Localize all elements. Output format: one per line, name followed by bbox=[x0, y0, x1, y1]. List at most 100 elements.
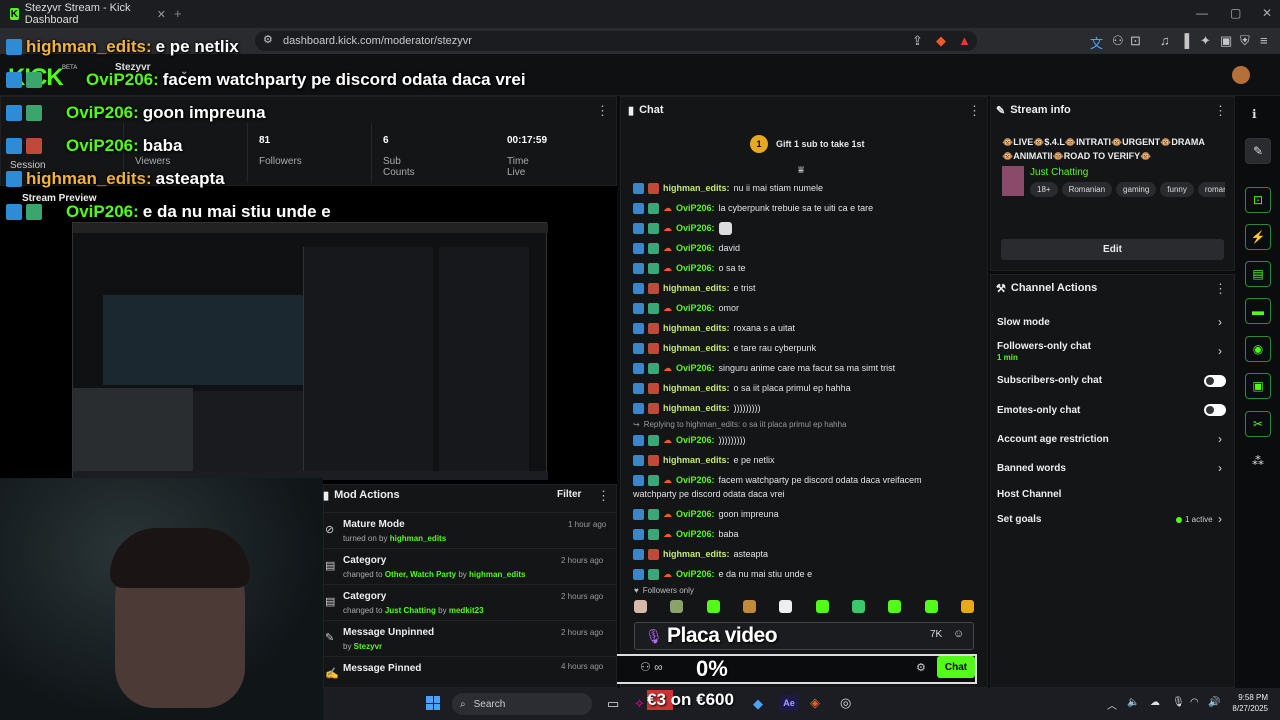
chat-message[interactable]: ☁ OviP206: baba bbox=[633, 524, 978, 544]
account-age-row[interactable]: Account age restriction bbox=[997, 434, 1109, 445]
tag[interactable]: 18+ bbox=[1030, 182, 1058, 197]
save-icon[interactable]: ▣ bbox=[1245, 373, 1271, 399]
vpn-icon[interactable]: ⛨ bbox=[1240, 33, 1250, 49]
copilot-icon[interactable]: ✧ bbox=[634, 696, 645, 712]
chat-message[interactable]: highman_edits: o sa iit placa primul ep h… bbox=[633, 378, 978, 398]
browser-tab[interactable]: K Stezyvr Stream - Kick Dashboard ✕ bbox=[4, 2, 166, 26]
chat-message[interactable]: ☁ OviP206: e da nu mai stiu unde e bbox=[633, 564, 978, 584]
mod-action-item[interactable]: ▤ Category changed to Just Chatting by m… bbox=[323, 584, 617, 620]
chat-message[interactable]: highman_edits: roxana s a uitat bbox=[633, 318, 978, 338]
followers-only-row[interactable]: Followers-only chat bbox=[997, 341, 1091, 352]
set-goals-row[interactable]: Set goals bbox=[997, 514, 1041, 525]
wrench-icon[interactable]: ✂ bbox=[1245, 411, 1271, 437]
music-icon[interactable]: ♫ bbox=[1160, 33, 1170, 48]
channel-actions-menu-icon[interactable]: ⋮ bbox=[1214, 281, 1227, 297]
chevron-right-icon[interactable]: › bbox=[1218, 461, 1222, 475]
share-icon[interactable]: ⇪ bbox=[912, 33, 923, 49]
extensions-icon[interactable]: ⚇ bbox=[1112, 33, 1124, 49]
emote-icon[interactable] bbox=[888, 600, 902, 613]
points-icon[interactable]: ⚇ ∞ bbox=[640, 660, 663, 674]
screen-icon[interactable]: ⊡ bbox=[1245, 187, 1271, 213]
volume-icon[interactable]: 🔊 bbox=[1208, 697, 1220, 708]
mod-action-item[interactable]: ▤ Category changed to Other, Watch Party… bbox=[323, 548, 617, 584]
chat-message[interactable]: ☁ OviP206: omor bbox=[633, 298, 978, 318]
new-tab-icon[interactable]: + bbox=[174, 6, 182, 21]
avatar[interactable] bbox=[1232, 66, 1250, 84]
chat-message[interactable]: ☁ OviP206: bbox=[633, 218, 978, 238]
subscribers-only-toggle[interactable] bbox=[1204, 375, 1226, 387]
task-view-icon[interactable]: ▭ bbox=[607, 696, 619, 712]
emote-icon[interactable] bbox=[742, 600, 756, 613]
chevron-right-icon[interactable]: › bbox=[1218, 315, 1222, 329]
tag[interactable]: funny bbox=[1160, 182, 1194, 197]
chat-bubble-icon[interactable]: ▬ bbox=[1245, 298, 1271, 324]
filter-button[interactable]: Filter bbox=[557, 489, 581, 500]
tag[interactable]: gaming bbox=[1116, 182, 1157, 197]
chat-message[interactable]: ☁ OviP206: singuru anime care ma facut sa … bbox=[633, 358, 978, 378]
chat-message[interactable]: highman_edits: asteapta bbox=[633, 544, 978, 564]
tray-chevron-icon[interactable]: ︿ bbox=[1107, 697, 1117, 712]
gift-banner[interactable]: 1 Gift 1 sub to take 1st bbox=[750, 135, 865, 153]
close-tab-icon[interactable]: ✕ bbox=[157, 8, 166, 21]
taskbar-search[interactable]: ⌕ Search bbox=[452, 693, 592, 715]
chat-message[interactable]: highman_edits: e tare rau cyberpunk bbox=[633, 338, 978, 358]
emote-icon[interactable] bbox=[779, 600, 793, 613]
chat-menu-icon[interactable]: ⋮ bbox=[968, 103, 981, 119]
pinned-toggle-icon[interactable]: ⩸ bbox=[798, 165, 804, 176]
info-icon[interactable]: ℹ bbox=[1252, 107, 1257, 121]
chat-send-button[interactable]: Chat bbox=[937, 656, 975, 678]
brave-shield-icon[interactable]: ◆ bbox=[936, 33, 946, 49]
chat-message[interactable]: highman_edits: e trist bbox=[633, 278, 978, 298]
emote-icon[interactable] bbox=[706, 600, 720, 613]
share-nodes-icon[interactable]: ⁂ bbox=[1252, 454, 1264, 468]
chat-message[interactable]: ☁ OviP206: facem watchparty pe discord oda… bbox=[633, 470, 978, 504]
chevron-right-icon[interactable]: › bbox=[1218, 432, 1222, 446]
emote-icon[interactable] bbox=[670, 600, 684, 613]
chat-message[interactable]: highman_edits: nu ii mai stiam numele bbox=[633, 178, 978, 198]
emotes-only-toggle[interactable] bbox=[1204, 404, 1226, 416]
edit-layout-icon[interactable]: ✎ bbox=[1245, 138, 1271, 164]
brave-rewards-icon[interactable]: ▲ bbox=[958, 33, 971, 48]
host-channel-row[interactable]: Host Channel bbox=[997, 489, 1061, 500]
emoji-icon[interactable]: ☺ bbox=[953, 628, 964, 640]
chat-message[interactable]: highman_edits: e pe netlix bbox=[633, 450, 978, 470]
slow-mode-row[interactable]: Slow mode bbox=[997, 317, 1050, 328]
preview-video[interactable] bbox=[72, 222, 548, 480]
tag[interactable]: Romanian bbox=[1061, 182, 1113, 197]
chat-message[interactable]: highman_edits:))))))))) bbox=[633, 398, 978, 418]
emote-icon[interactable] bbox=[924, 600, 938, 613]
network-icon[interactable]: ☁ bbox=[1150, 697, 1160, 708]
emote-icon[interactable] bbox=[634, 600, 647, 613]
after-effects-icon[interactable]: Ae bbox=[780, 695, 798, 711]
emote-icon[interactable] bbox=[815, 600, 829, 613]
emote-icon[interactable] bbox=[851, 600, 865, 613]
speaker-icon[interactable]: 🔈 bbox=[1127, 697, 1139, 708]
document-icon[interactable]: ▤ bbox=[1245, 261, 1271, 287]
chat-message[interactable]: ☁ OviP206: goon impreuna bbox=[633, 504, 978, 524]
broadcast-icon[interactable]: ◉ bbox=[1245, 336, 1271, 362]
chat-settings-icon[interactable]: ⚙ bbox=[916, 661, 926, 674]
tag[interactable]: roman bbox=[1197, 182, 1225, 197]
clock[interactable]: 9:58 PM 8/27/2025 bbox=[1226, 692, 1268, 714]
chat-message[interactable]: ☁ OviP206: o sa te bbox=[633, 258, 978, 278]
minimize-icon[interactable]: — bbox=[1196, 6, 1208, 20]
session-menu-icon[interactable]: ⋮ bbox=[596, 103, 609, 119]
brave-icon[interactable]: ◈ bbox=[810, 695, 820, 711]
banned-words-row[interactable]: Banned words bbox=[997, 463, 1066, 474]
url-field[interactable]: dashboard.kick.com/moderator/stezyvr bbox=[255, 31, 977, 51]
close-window-icon[interactable]: ✕ bbox=[1262, 6, 1272, 20]
lightning-icon[interactable]: ⚡ bbox=[1245, 224, 1271, 250]
chevron-right-icon[interactable]: › bbox=[1218, 512, 1222, 526]
chat-message[interactable]: ☁ OviP206:))))))))) bbox=[633, 430, 978, 450]
chat-message[interactable]: ☁ OviP206: la cyberpunk trebuie sa te uiti… bbox=[633, 198, 978, 218]
windows-start-icon[interactable] bbox=[426, 696, 440, 710]
screenshot-icon[interactable]: ⊡ bbox=[1130, 33, 1141, 49]
sidebar-icon[interactable]: ▐ bbox=[1180, 33, 1189, 48]
mod-actions-menu-icon[interactable]: ⋮ bbox=[597, 488, 610, 504]
kick-emote-icon[interactable]: 7K bbox=[930, 629, 942, 640]
maximize-icon[interactable]: ▢ bbox=[1230, 6, 1241, 20]
chat-message[interactable]: ☁ OviP206: david bbox=[633, 238, 978, 258]
mod-action-item[interactable]: ✎ Message Unpinned by Stezyvr 2 hours ag… bbox=[323, 620, 617, 656]
chevron-right-icon[interactable]: › bbox=[1218, 344, 1222, 358]
menu-icon[interactable]: ≡ bbox=[1260, 33, 1268, 48]
